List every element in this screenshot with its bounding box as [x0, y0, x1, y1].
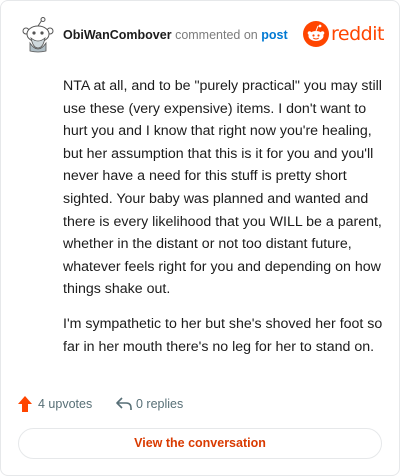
comment-paragraph: I'm sympathetic to her but she's shoved …	[63, 315, 383, 355]
reddit-brand[interactable]: reddit	[303, 21, 384, 49]
comment-header: ObiWanCombover commented on post reddit	[15, 15, 385, 55]
reddit-wordmark: reddit	[331, 23, 384, 45]
comment-paragraph: NTA at all, and to be "purely practical"…	[63, 78, 382, 298]
comment-body: NTA at all, and to be "purely practical"…	[63, 75, 383, 370]
author-name[interactable]: ObiWanCombover	[63, 28, 172, 42]
reply-count: 0 replies	[136, 397, 184, 411]
byline-action: commented on	[175, 28, 258, 42]
reply-arrow-icon	[116, 397, 132, 410]
upvote-arrow-icon	[18, 396, 32, 412]
upvote-count: 4 upvotes	[38, 397, 93, 411]
post-link[interactable]: post	[261, 28, 287, 42]
comment-byline: ObiWanCombover commented on post	[63, 27, 288, 43]
reply-button[interactable]: 0 replies	[115, 395, 205, 413]
comment-embed-card: ObiWanCombover commented on post reddit …	[0, 0, 400, 476]
upvote-button[interactable]: 4 upvotes	[17, 395, 107, 413]
reddit-logo-icon	[303, 21, 329, 47]
snoo-avatar-icon[interactable]	[21, 17, 55, 53]
view-conversation-button[interactable]: View the conversation	[18, 428, 382, 459]
